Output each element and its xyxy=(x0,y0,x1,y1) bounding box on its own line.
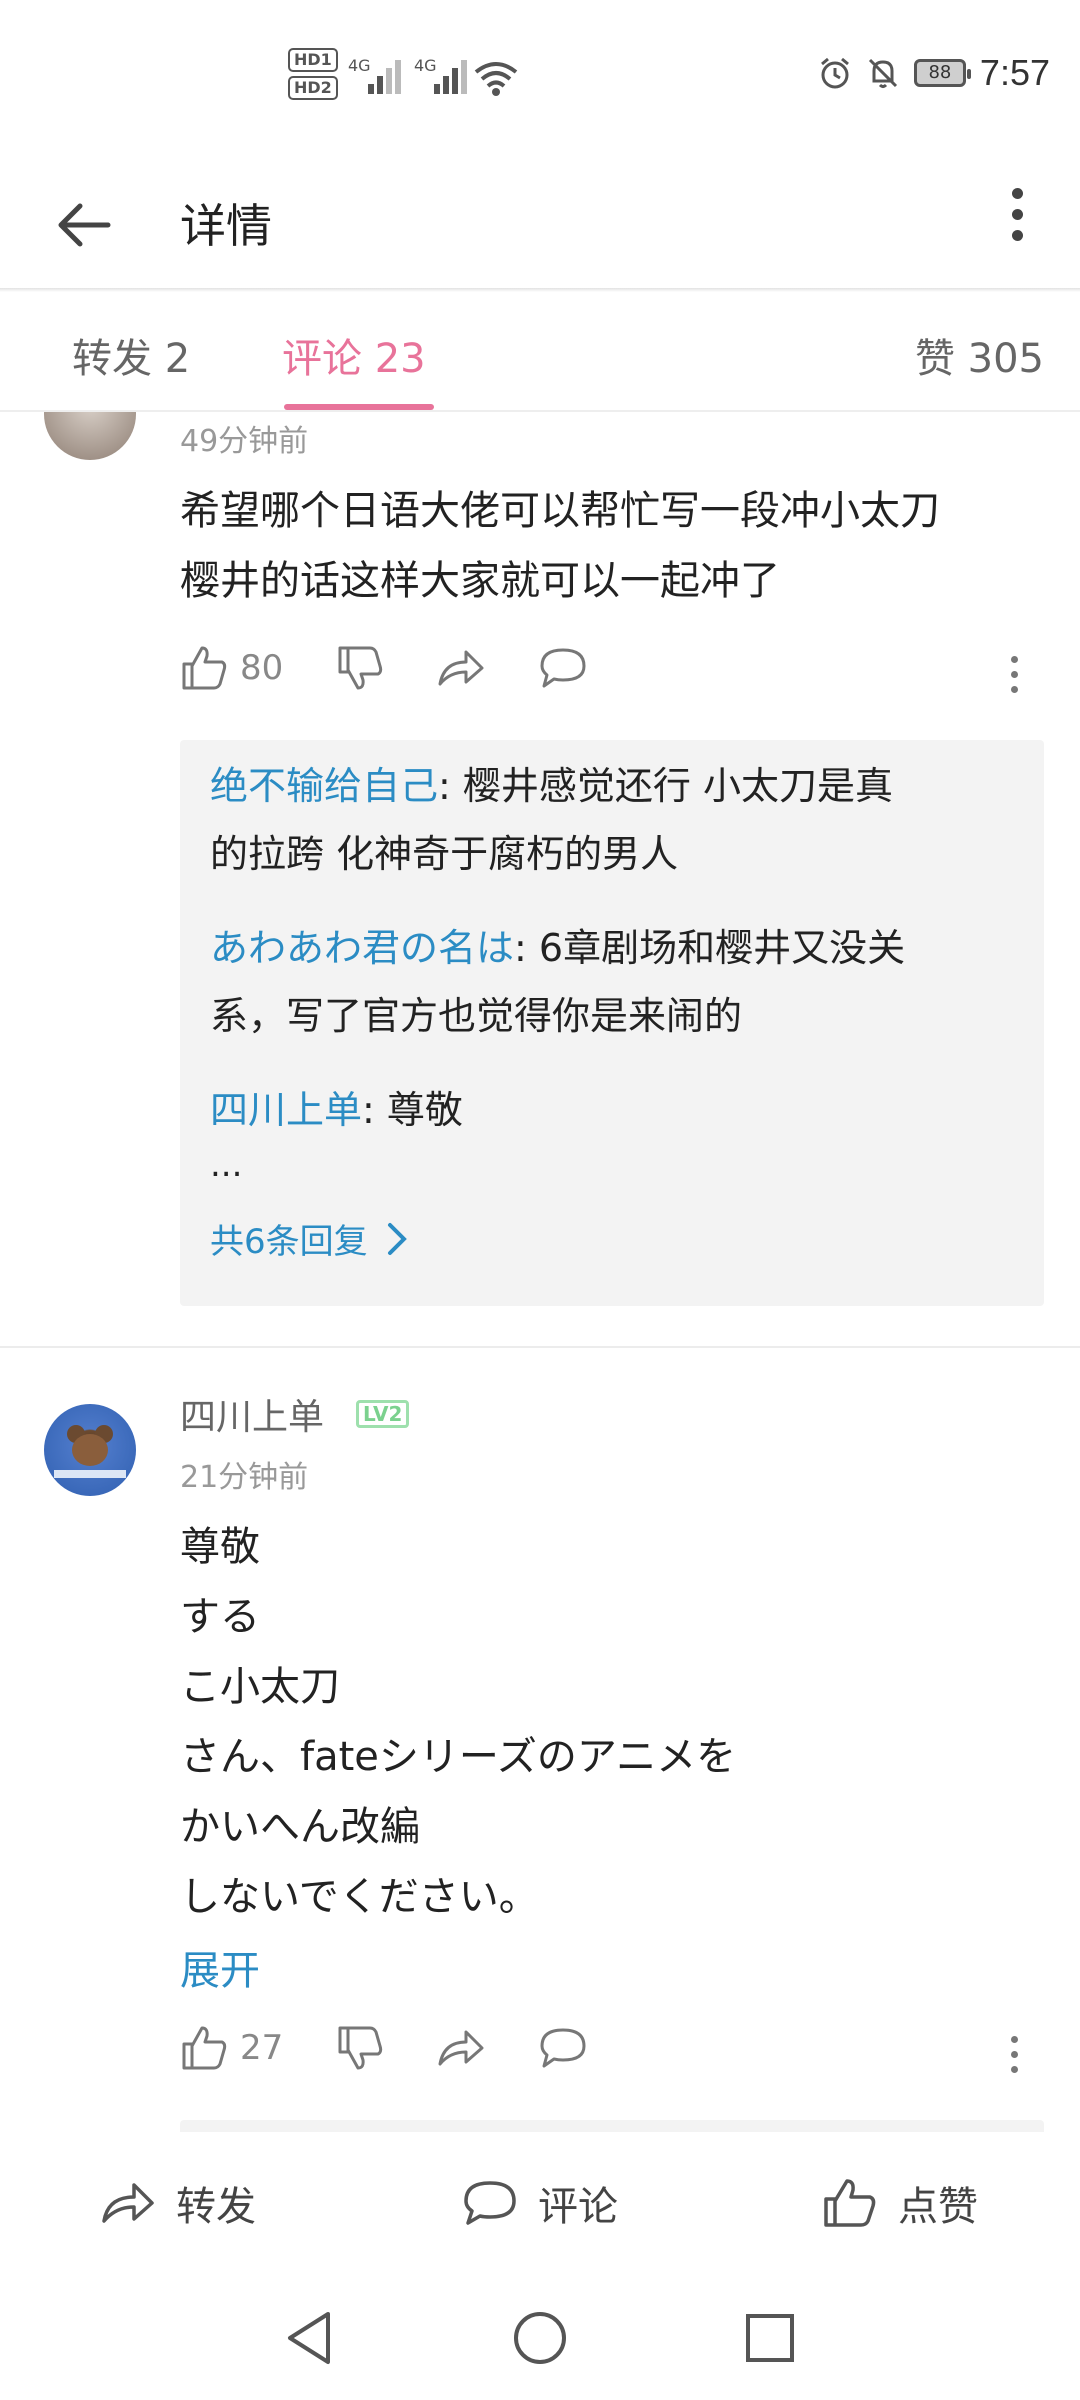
comment-more-icon[interactable] xyxy=(1011,656,1019,700)
thumb-down-icon xyxy=(338,646,383,690)
comment-username[interactable]: 四川上单 xyxy=(180,1388,324,1440)
comment-bubble-icon xyxy=(540,648,586,688)
like-button[interactable]: 80 xyxy=(180,644,283,692)
reply-text: 的拉跨 化神奇于腐朽的男人 xyxy=(210,832,679,876)
chevron-right-icon xyxy=(387,1222,407,1255)
comment-bubble-icon xyxy=(540,2028,586,2068)
thumb-down-icon xyxy=(338,2026,383,2070)
share-arrow-icon xyxy=(438,650,484,686)
expand-link[interactable]: 展开 xyxy=(180,1938,260,1996)
reply-ellipsis: ... xyxy=(210,1145,243,1185)
nav-recents-icon[interactable] xyxy=(744,2312,796,2364)
app-bar: 详情 xyxy=(0,160,1080,290)
comment-actions: 27 xyxy=(180,2024,1080,2084)
like-label: 点赞 xyxy=(898,2184,978,2230)
status-bar: HD1 HD2 4G 4G 88 7:57 xyxy=(0,0,1080,160)
reply-preview-box xyxy=(180,2120,1044,2132)
thumb-up-icon xyxy=(824,2179,876,2227)
more-options-icon[interactable] xyxy=(1012,188,1024,242)
comment-text-line: 希望哪个日语大佬可以帮忙写一段冲小太刀 xyxy=(180,488,940,534)
reply-text: : 樱井感觉还行 小太刀是真 xyxy=(438,764,893,808)
reply-button[interactable] xyxy=(538,644,588,692)
comment-text-line: する xyxy=(180,1594,260,1640)
reply-author[interactable]: 四川上单 xyxy=(210,1088,362,1132)
comment-text-line: かいへん改編 xyxy=(180,1804,420,1850)
mute-bell-icon xyxy=(868,58,897,88)
comment-text-line: こ小太刀 xyxy=(180,1664,340,1710)
avatar[interactable] xyxy=(44,412,136,460)
comment-more-icon[interactable] xyxy=(1011,2036,1019,2080)
status-right: 88 7:57 xyxy=(818,52,1050,94)
clock: 7:57 xyxy=(979,52,1050,93)
reply-item[interactable]: 四川上单: 尊敬 xyxy=(210,1076,970,1144)
like-count: 27 xyxy=(240,2028,284,2068)
comment-actions: 80 xyxy=(180,644,1080,704)
comment-text-line: さん、fateシリーズのアニメを xyxy=(180,1734,737,1780)
hd-indicators: HD1 HD2 xyxy=(288,48,338,104)
view-all-replies-label: 共6条回复 xyxy=(210,1222,368,1262)
avatar-illustration xyxy=(54,1425,126,1478)
page-title: 详情 xyxy=(180,199,272,253)
comment-time: 21分钟前 xyxy=(180,1460,309,1495)
thumb-up-icon xyxy=(182,646,227,690)
detail-tabs: 转发 2 评论 23 赞 305 xyxy=(0,292,1080,412)
dislike-button[interactable] xyxy=(336,644,384,692)
reply-item[interactable]: 绝不输给自己: 樱井感觉还行 小太刀是真 的拉跨 化神奇于腐朽的男人 xyxy=(210,752,970,888)
like-button[interactable]: 27 xyxy=(180,2024,283,2072)
signal-icon xyxy=(434,60,470,94)
wifi-icon xyxy=(474,62,518,96)
share-arrow-icon xyxy=(102,2183,154,2223)
repost-label: 转发 xyxy=(176,2184,256,2230)
comment-list[interactable]: 49分钟前 希望哪个日语大佬可以帮忙写一段冲小太刀 樱井的话这样大家就可以一起冲… xyxy=(0,412,1080,2132)
comment-text: 尊敬 する こ小太刀 さん、fateシリーズのアニメを かいへん改編 しないでく… xyxy=(180,1512,1040,1932)
comment-divider xyxy=(0,1346,1080,1348)
comment-text: 希望哪个日语大佬可以帮忙写一段冲小太刀 樱井的话这样大家就可以一起冲了 xyxy=(180,476,1060,616)
repost-button[interactable]: 转发 xyxy=(100,2174,256,2232)
reply-author[interactable]: 绝不输给自己 xyxy=(210,764,438,808)
tab-repost[interactable]: 转发 2 xyxy=(72,326,190,384)
dislike-button[interactable] xyxy=(336,2024,384,2072)
tab-comments[interactable]: 评论 23 xyxy=(282,326,426,384)
hd1-badge: HD1 xyxy=(288,48,338,72)
reply-text: 系，写了官方也觉得你是来闹的 xyxy=(210,994,743,1038)
like-button[interactable]: 点赞 xyxy=(822,2174,978,2232)
reply-text: : 6章剧场和樱井又没关 xyxy=(514,926,906,970)
comment-text-line: 尊敬 xyxy=(180,1524,260,1570)
reply-preview-box[interactable]: 绝不输给自己: 樱井感觉还行 小太刀是真 的拉跨 化神奇于腐朽的男人 あわあわ君… xyxy=(180,740,1044,1306)
nav-back-icon[interactable] xyxy=(284,2310,334,2366)
comment-text-line: しないでください。 xyxy=(180,1874,539,1920)
share-arrow-icon xyxy=(438,2030,484,2066)
nav-home-icon[interactable] xyxy=(512,2310,568,2366)
comment-label: 评论 xyxy=(538,2184,618,2230)
like-count: 80 xyxy=(240,648,284,688)
bottom-action-bar: 转发 评论 点赞 xyxy=(0,2134,1080,2276)
back-arrow-icon[interactable] xyxy=(56,202,112,248)
thumb-up-icon xyxy=(182,2026,227,2070)
tab-likes[interactable]: 赞 305 xyxy=(915,326,1044,384)
tab-indicator xyxy=(284,404,434,410)
comment-text-line: 樱井的话这样大家就可以一起冲了 xyxy=(180,558,780,604)
reply-item[interactable]: あわあわ君の名は: 6章剧场和樱井又没关 系，写了官方也觉得你是来闹的 xyxy=(210,914,970,1050)
reply-button[interactable] xyxy=(538,2024,588,2072)
battery-icon: 88 xyxy=(913,59,971,87)
share-button[interactable] xyxy=(436,2024,486,2072)
view-all-replies-link[interactable]: 共6条回复 xyxy=(210,1214,412,1263)
avatar[interactable] xyxy=(44,1404,136,1496)
system-nav-bar xyxy=(0,2276,1080,2400)
reply-text: : 尊敬 xyxy=(362,1088,463,1132)
signal-icon xyxy=(368,60,404,94)
comment-time: 49分钟前 xyxy=(180,424,309,459)
share-button[interactable] xyxy=(436,644,486,692)
comment-button[interactable]: 评论 xyxy=(462,2174,618,2232)
level-badge: LV2 xyxy=(356,1400,410,1428)
comment-bubble-icon xyxy=(464,2181,516,2225)
hd2-badge: HD2 xyxy=(288,76,338,100)
alarm-icon xyxy=(820,57,849,89)
reply-author[interactable]: あわあわ君の名は xyxy=(210,926,514,970)
